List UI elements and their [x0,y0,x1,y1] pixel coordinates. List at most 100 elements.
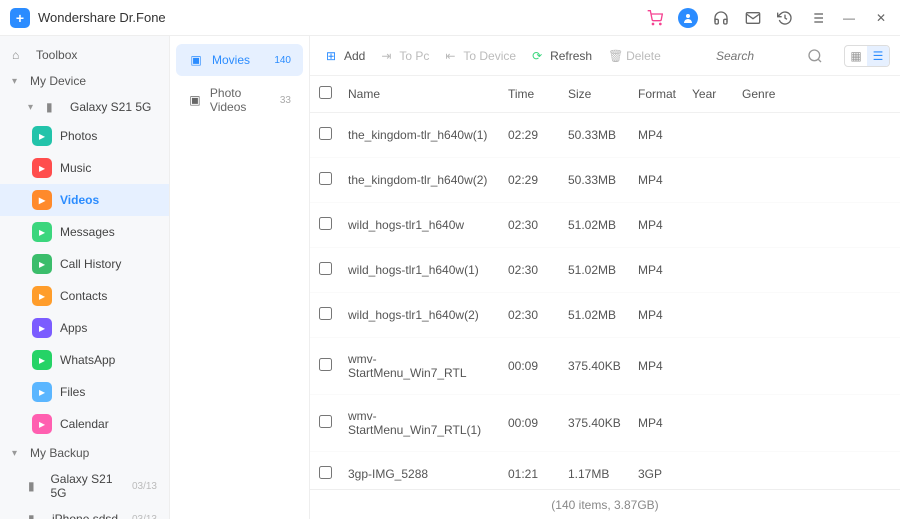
grid-view-button[interactable]: ▦ [845,46,867,66]
sidebar-toolbox[interactable]: ⌂ Toolbox [0,42,169,68]
cell-format: MP4 [630,158,684,203]
toolbar: ⊞Add ⇥To Pc ⇤To Device ⟳Refresh 🗑Delete … [310,36,900,76]
refresh-icon: ⟳ [532,49,546,63]
table-row[interactable]: wild_hogs-tlr1_h640w(1) 02:30 51.02MB MP… [310,248,900,293]
col-format[interactable]: Format [630,76,684,113]
search-icon[interactable] [806,47,824,65]
sidebar-item-label: Contacts [60,289,107,303]
col-time[interactable]: Time [500,76,560,113]
sidebar-label: Toolbox [36,48,77,62]
sidebar-item-label: Calendar [60,417,109,431]
category-icon: ▸ [32,126,52,146]
table-row[interactable]: wmv-StartMenu_Win7_RTL(1) 00:09 375.40KB… [310,395,900,452]
backup-item[interactable]: ▮Galaxy S21 5G03/13 [0,466,169,506]
cell-size: 50.33MB [560,113,630,158]
close-icon[interactable]: ✕ [872,9,890,27]
sidebar: ⌂ Toolbox ▾ My Device ▾ ▮ Galaxy S21 5G … [0,36,170,519]
row-checkbox[interactable] [319,262,332,275]
sidebar-mydevice[interactable]: ▾ My Device [0,68,169,94]
sidebar-label: My Backup [30,446,89,460]
delete-button[interactable]: 🗑Delete [602,45,667,67]
table-row[interactable]: wild_hogs-tlr1_h640w(2) 02:30 51.02MB MP… [310,293,900,338]
category-tab-photo-videos[interactable]: ▣Photo Videos33 [176,78,303,122]
file-table[interactable]: Name Time Size Format Year Genre the_kin… [310,76,900,489]
cell-time: 00:09 [500,395,560,452]
category-icon: ▸ [32,158,52,178]
cell-size: 51.02MB [560,203,630,248]
cell-format: MP4 [630,203,684,248]
table-row[interactable]: the_kingdom-tlr_h640w(2) 02:29 50.33MB M… [310,158,900,203]
col-size[interactable]: Size [560,76,630,113]
row-checkbox[interactable] [319,358,332,371]
sidebar-item-videos[interactable]: ▸Videos [0,184,169,216]
add-button[interactable]: ⊞Add [320,45,371,67]
sidebar-item-apps[interactable]: ▸Apps [0,312,169,344]
cell-genre [734,113,900,158]
sidebar-item-contacts[interactable]: ▸Contacts [0,280,169,312]
cell-name: wild_hogs-tlr1_h640w [340,203,500,248]
mail-icon[interactable] [744,9,762,27]
list-view-button[interactable]: ☰ [867,46,889,66]
cell-format: MP4 [630,395,684,452]
cell-time: 02:30 [500,203,560,248]
table-row[interactable]: the_kingdom-tlr_h640w(1) 02:29 50.33MB M… [310,113,900,158]
cell-year [684,452,734,490]
to-device-button[interactable]: ⇤To Device [439,45,522,67]
backup-item[interactable]: ▮iPhone sdsd03/13 [0,506,169,519]
col-genre[interactable]: Genre [734,76,900,113]
category-tab-movies[interactable]: ▣Movies140 [176,44,303,76]
cell-size: 1.17MB [560,452,630,490]
col-name[interactable]: Name [340,76,500,113]
cell-genre [734,158,900,203]
table-header-row: Name Time Size Format Year Genre [310,76,900,113]
sidebar-item-label: Music [60,161,91,175]
table-row[interactable]: 3gp-IMG_5288 01:21 1.17MB 3GP [310,452,900,490]
trash-icon: 🗑 [608,49,622,63]
to-pc-button[interactable]: ⇥To Pc [375,45,435,67]
sidebar-item-music[interactable]: ▸ Music [0,152,169,184]
category-count: 33 [280,95,291,106]
sidebar-item-whatsapp[interactable]: ▸WhatsApp [0,344,169,376]
cell-year [684,293,734,338]
sidebar-item-call-history[interactable]: ▸Call History [0,248,169,280]
cell-time: 00:09 [500,338,560,395]
row-checkbox[interactable] [319,307,332,320]
cell-time: 02:29 [500,158,560,203]
cell-format: MP4 [630,293,684,338]
table-row[interactable]: wmv-StartMenu_Win7_RTL 00:09 375.40KB MP… [310,338,900,395]
sidebar-item-files[interactable]: ▸Files [0,376,169,408]
row-checkbox[interactable] [319,466,332,479]
home-icon: ⌂ [12,48,28,62]
phone-icon: ▮ [28,512,44,519]
cell-year [684,248,734,293]
sidebar-mybackup[interactable]: ▾ My Backup [0,440,169,466]
row-checkbox[interactable] [319,415,332,428]
sidebar-item-photos[interactable]: ▸Photos [0,120,169,152]
sidebar-item-label: WhatsApp [60,353,115,367]
sidebar-item-messages[interactable]: ▸Messages [0,216,169,248]
row-checkbox[interactable] [319,127,332,140]
cart-icon[interactable] [646,9,664,27]
list-icon[interactable] [808,9,826,27]
cell-year [684,338,734,395]
history-icon[interactable] [776,9,794,27]
cell-genre [734,293,900,338]
sidebar-item-calendar[interactable]: ▸Calendar [0,408,169,440]
cell-time: 02:29 [500,113,560,158]
sidebar-device[interactable]: ▾ ▮ Galaxy S21 5G [0,94,169,120]
minimize-icon[interactable]: — [840,9,858,27]
category-icon: ▸ [32,190,52,210]
row-checkbox[interactable] [319,217,332,230]
user-icon[interactable] [678,8,698,28]
cell-format: 3GP [630,452,684,490]
col-year[interactable]: Year [684,76,734,113]
sidebar-label: My Device [30,74,86,88]
table-row[interactable]: wild_hogs-tlr1_h640w 02:30 51.02MB MP4 [310,203,900,248]
cell-size: 50.33MB [560,158,630,203]
search-input[interactable] [716,49,796,63]
refresh-button[interactable]: ⟳Refresh [526,45,598,67]
cell-genre [734,248,900,293]
headset-icon[interactable] [712,9,730,27]
select-all-checkbox[interactable] [319,86,332,99]
row-checkbox[interactable] [319,172,332,185]
